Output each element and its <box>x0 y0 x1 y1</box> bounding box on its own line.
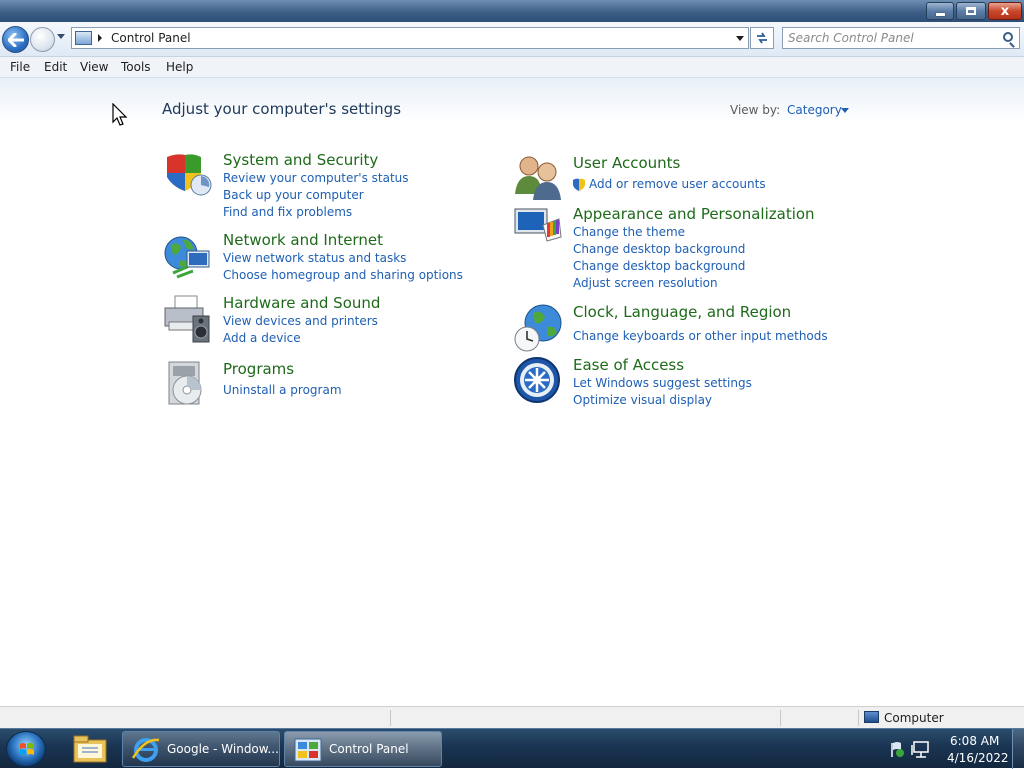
link-backup[interactable]: Back up your computer <box>223 188 364 202</box>
category-title[interactable]: Hardware and Sound <box>223 294 380 312</box>
uac-shield-icon <box>573 178 585 191</box>
shield-icon[interactable] <box>163 151 213 201</box>
refresh-button[interactable] <box>750 27 774 49</box>
refresh-icon <box>757 32 767 44</box>
status-divider <box>390 710 391 726</box>
link-add-remove-accounts[interactable]: Add or remove user accounts <box>589 177 766 191</box>
category-user-accounts: User Accounts Add or remove user account… <box>513 154 833 200</box>
control-panel-icon <box>75 31 92 45</box>
address-field[interactable]: Control Panel <box>71 27 749 49</box>
link-review-status[interactable]: Review your computer's status <box>223 171 409 185</box>
action-center-flag-icon <box>891 742 904 757</box>
category-network-internet: Network and Internet View network status… <box>163 231 483 286</box>
menu-bar: File Edit View Tools Help <box>0 57 1024 78</box>
menu-edit[interactable]: Edit <box>44 60 67 74</box>
maximize-button[interactable] <box>956 2 986 20</box>
view-by-dropdown[interactable]: Category <box>787 103 842 117</box>
programs-disc-icon[interactable] <box>163 360 213 410</box>
link-desktop-background-2[interactable]: Change desktop background <box>573 259 745 273</box>
link-change-keyboards[interactable]: Change keyboards or other input methods <box>573 329 828 343</box>
users-icon[interactable] <box>513 154 563 204</box>
address-dropdown-icon[interactable] <box>736 36 744 41</box>
category-title[interactable]: Appearance and Personalization <box>573 205 815 223</box>
category-title[interactable]: User Accounts <box>573 154 680 172</box>
menu-help[interactable]: Help <box>166 60 193 74</box>
view-by-label: View by: <box>730 103 781 117</box>
chevron-down-icon[interactable] <box>841 108 849 113</box>
clock-time[interactable]: 6:08 AM <box>950 734 999 748</box>
category-system-security: System and Security Review your computer… <box>163 151 483 221</box>
breadcrumb[interactable]: Control Panel <box>111 31 191 45</box>
network-icon <box>911 741 929 758</box>
link-change-theme[interactable]: Change the theme <box>573 225 685 239</box>
taskbar-item-label: Google - Window... <box>167 742 279 756</box>
link-add-device[interactable]: Add a device <box>223 331 301 345</box>
category-title[interactable]: Programs <box>223 360 294 378</box>
status-divider <box>780 710 781 726</box>
close-button[interactable]: x <box>988 2 1022 20</box>
back-button[interactable] <box>2 26 29 53</box>
category-title[interactable]: Ease of Access <box>573 356 684 374</box>
status-divider <box>858 710 859 726</box>
category-clock-region: Clock, Language, and Region Change keybo… <box>513 303 833 353</box>
printer-speaker-icon[interactable] <box>163 294 213 344</box>
recent-pages-dropdown-icon[interactable] <box>57 34 65 39</box>
ease-of-access-icon[interactable] <box>513 356 563 406</box>
clock-date[interactable]: 4/16/2022 <box>947 751 1009 765</box>
minimize-button[interactable] <box>926 2 954 20</box>
windows-explorer-icon[interactable] <box>70 732 110 766</box>
breadcrumb-arrow-icon[interactable] <box>98 34 102 42</box>
show-desktop-button[interactable] <box>1012 729 1024 769</box>
category-hardware-sound: Hardware and Sound View devices and prin… <box>163 294 483 349</box>
control-panel-icon <box>294 738 322 762</box>
menu-file[interactable]: File <box>10 60 30 74</box>
computer-icon <box>864 711 879 723</box>
search-input[interactable] <box>788 30 996 46</box>
close-icon: x <box>1000 3 1010 19</box>
status-location: Computer <box>884 711 944 725</box>
search-icon[interactable] <box>1003 32 1013 42</box>
internet-explorer-icon <box>131 738 160 762</box>
category-title[interactable]: Clock, Language, and Region <box>573 303 791 321</box>
taskbar-item-control-panel[interactable]: Control Panel <box>284 731 442 767</box>
category-appearance: Appearance and Personalization Change th… <box>513 205 833 295</box>
forward-button[interactable] <box>30 27 55 52</box>
category-ease-of-access: Ease of Access Let Windows suggest setti… <box>513 356 833 411</box>
taskbar-item-internet-explorer[interactable]: Google - Window... <box>122 731 280 767</box>
link-optimize-display[interactable]: Optimize visual display <box>573 393 712 407</box>
mouse-cursor-icon <box>112 103 128 126</box>
back-arrow-icon <box>7 32 24 47</box>
link-homegroup[interactable]: Choose homegroup and sharing options <box>223 268 463 282</box>
clock-globe-icon[interactable] <box>513 303 563 353</box>
taskbar: Google - Window... Control Panel 6:08 AM… <box>0 728 1024 769</box>
menu-view[interactable]: View <box>80 60 108 74</box>
taskbar-item-label: Control Panel <box>329 742 409 756</box>
system-tray[interactable] <box>888 739 932 759</box>
menu-tools[interactable]: Tools <box>121 60 151 74</box>
network-globe-icon[interactable] <box>163 231 213 281</box>
search-box[interactable] <box>782 27 1020 49</box>
window-title-bar: x <box>0 0 1024 22</box>
category-title[interactable]: Network and Internet <box>223 231 383 249</box>
link-devices-printers[interactable]: View devices and printers <box>223 314 378 328</box>
address-toolbar: Control Panel <box>0 22 1024 57</box>
link-suggest-settings[interactable]: Let Windows suggest settings <box>573 376 752 390</box>
link-uninstall-program[interactable]: Uninstall a program <box>223 383 342 397</box>
category-programs: Programs Uninstall a program <box>163 360 483 410</box>
monitor-palette-icon[interactable] <box>513 205 563 255</box>
link-screen-resolution[interactable]: Adjust screen resolution <box>573 276 718 290</box>
category-title[interactable]: System and Security <box>223 151 378 169</box>
control-panel-content: Adjust your computer's settings View by:… <box>0 78 1024 706</box>
minimize-icon <box>935 12 945 16</box>
restore-icon <box>966 7 976 15</box>
status-bar: Computer <box>0 706 1024 728</box>
link-find-fix[interactable]: Find and fix problems <box>223 205 352 219</box>
link-network-status[interactable]: View network status and tasks <box>223 251 406 265</box>
page-title: Adjust your computer's settings <box>162 100 402 118</box>
windows-logo-icon <box>20 743 34 755</box>
link-desktop-background[interactable]: Change desktop background <box>573 242 745 256</box>
start-button[interactable] <box>6 731 46 767</box>
